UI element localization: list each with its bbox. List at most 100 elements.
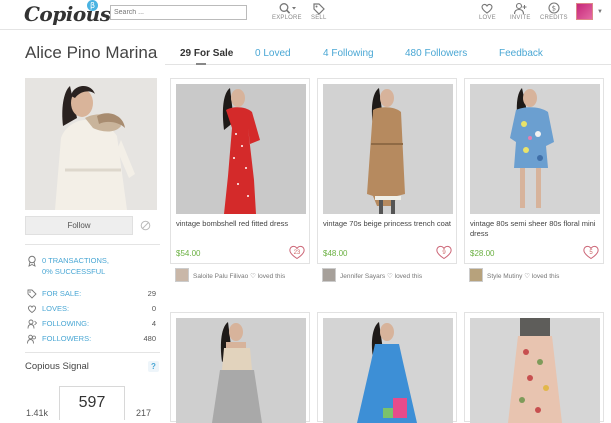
listing-price: $28.00	[470, 249, 495, 258]
listing-photo-image	[323, 318, 453, 423]
tab-loved[interactable]: 0 Loved	[255, 48, 291, 59]
listing-title[interactable]: vintage 70s beige princess trench coat	[323, 219, 453, 229]
signal-right-value: 217	[136, 408, 152, 418]
profile-photo[interactable]	[25, 78, 157, 210]
listing-loved-by: Jennifer Sayars ♡ loved this	[317, 266, 457, 286]
stat-following[interactable]: FOLLOWING: 4	[25, 319, 160, 329]
stat-followers-label: FOLLOWERS:	[42, 334, 92, 343]
user-avatar[interactable]	[576, 3, 593, 20]
nav-explore[interactable]: EXPLORE	[272, 2, 302, 21]
listing-card[interactable]: vintage bombshell red fitted dress $54.0…	[170, 78, 310, 264]
stat-loves[interactable]: LOVES: 0	[25, 304, 160, 314]
block-icon[interactable]	[140, 220, 151, 231]
nav-credits[interactable]: $ CREDITS	[540, 2, 568, 21]
loved-by-text: Jennifer Sayars ♡ loved this	[340, 273, 423, 280]
nav-sell[interactable]: SELL	[311, 2, 326, 21]
listing-card[interactable]	[317, 312, 457, 423]
beta-badge: β	[87, 0, 98, 11]
stat-for-sale[interactable]: FOR SALE: 29	[25, 289, 160, 299]
avatar[interactable]	[469, 268, 483, 282]
magnifier-icon	[279, 3, 296, 14]
search-input[interactable]	[110, 5, 247, 20]
nav-explore-label: EXPLORE	[272, 15, 302, 21]
profile-name: Alice Pino Marina	[25, 43, 158, 62]
tab-following[interactable]: 4 Following	[323, 48, 374, 59]
tab-feedback[interactable]: Feedback	[499, 48, 543, 59]
invite-icon	[514, 2, 527, 15]
tab-for-sale[interactable]: 29 For Sale	[180, 48, 233, 59]
loved-by-text: Style Mutiny ♡ loved this	[487, 273, 560, 280]
loved-text: loved this	[257, 273, 286, 280]
badge-icon	[28, 255, 36, 267]
stat-followers[interactable]: FOLLOWERS: 480	[25, 334, 160, 344]
love-count: 9	[442, 250, 446, 256]
lover-name[interactable]: Style Mutiny	[487, 273, 522, 280]
nav-invite-label: INVITE	[510, 15, 531, 21]
loved-by-text: Saloite Palu Filivao ♡ loved this	[193, 273, 286, 280]
listing-photo[interactable]	[176, 84, 306, 214]
listing-photo[interactable]	[470, 318, 600, 423]
dollar-icon: $	[548, 2, 560, 14]
stat-loves-label: LOVES:	[42, 304, 70, 313]
nav-credits-label: CREDITS	[540, 15, 568, 21]
profile-tabs: 29 For Sale 0 Loved 4 Following 480 Foll…	[165, 41, 611, 65]
listing-card[interactable]	[464, 312, 604, 423]
nav-love-label: LOVE	[479, 15, 496, 21]
listing-card[interactable]: vintage 70s beige princess trench coat $…	[317, 78, 457, 264]
listing-photo-image	[323, 84, 453, 214]
transactions-count[interactable]: 0 TRANSACTIONS,	[42, 256, 109, 265]
tag-icon	[313, 3, 325, 15]
chevron-down-icon[interactable]: ▼	[597, 9, 603, 15]
copious-signal-title: Copious Signal	[25, 361, 89, 372]
tab-followers[interactable]: 480 Followers	[405, 48, 467, 59]
stat-loves-value: 0	[151, 304, 156, 313]
top-navigation-bar: Copious β EXPLORE SELL LOVE INVITE	[0, 0, 611, 30]
signal-score: 597	[78, 394, 106, 411]
listing-title[interactable]: vintage bombshell red fitted dress	[176, 219, 306, 229]
signal-left-value: 1.41k	[26, 408, 49, 418]
stat-following-value: 4	[151, 319, 156, 328]
heart-icon	[481, 3, 493, 14]
love-count: 5	[589, 250, 593, 256]
lover-name[interactable]: Saloite Palu Filivao	[193, 273, 248, 280]
listing-photo-image	[470, 318, 600, 423]
listing-card[interactable]: vintage 80s semi sheer 80s floral mini d…	[464, 78, 604, 264]
listing-photo[interactable]	[470, 84, 600, 214]
divider	[25, 352, 160, 353]
stat-for-sale-value: 29	[147, 289, 156, 298]
transactions-success[interactable]: 0% SUCCESSFUL	[42, 267, 105, 276]
listing-photo-image	[176, 318, 306, 423]
listing-photo-image	[176, 84, 306, 214]
listing-title[interactable]: vintage 80s semi sheer 80s floral mini d…	[470, 219, 600, 239]
listing-photo-image	[470, 84, 600, 214]
tag-icon	[27, 289, 37, 299]
lover-name[interactable]: Jennifer Sayars	[340, 273, 385, 280]
listing-loved-by: Style Mutiny ♡ loved this	[464, 266, 604, 286]
listing-price: $54.00	[176, 249, 201, 258]
listing-loved-by: Saloite Palu Filivao ♡ loved this	[170, 266, 310, 286]
avatar[interactable]	[322, 268, 336, 282]
heart-icon	[28, 305, 36, 314]
nav-sell-label: SELL	[311, 15, 327, 21]
love-count: 23	[293, 250, 301, 256]
profile-photo-image	[25, 78, 157, 210]
svg-text:$: $	[552, 5, 557, 13]
stat-for-sale-label: FOR SALE:	[42, 289, 82, 298]
avatar[interactable]	[175, 268, 189, 282]
nav-invite[interactable]: INVITE	[510, 2, 531, 21]
stat-following-label: FOLLOWING:	[42, 319, 90, 328]
followers-icon	[27, 334, 36, 344]
following-icon	[27, 319, 37, 329]
listing-photo[interactable]	[176, 318, 306, 423]
listing-photo[interactable]	[323, 84, 453, 214]
stat-followers-value: 480	[143, 334, 156, 343]
divider	[25, 244, 160, 245]
listing-card[interactable]	[170, 312, 310, 423]
follow-button[interactable]: Follow	[25, 216, 133, 235]
listing-price: $48.00	[323, 249, 348, 258]
help-icon[interactable]: ?	[148, 361, 159, 372]
listing-photo[interactable]	[323, 318, 453, 423]
active-tab-indicator	[196, 63, 206, 65]
loved-text: loved this	[394, 273, 423, 280]
nav-love[interactable]: LOVE	[479, 2, 496, 21]
